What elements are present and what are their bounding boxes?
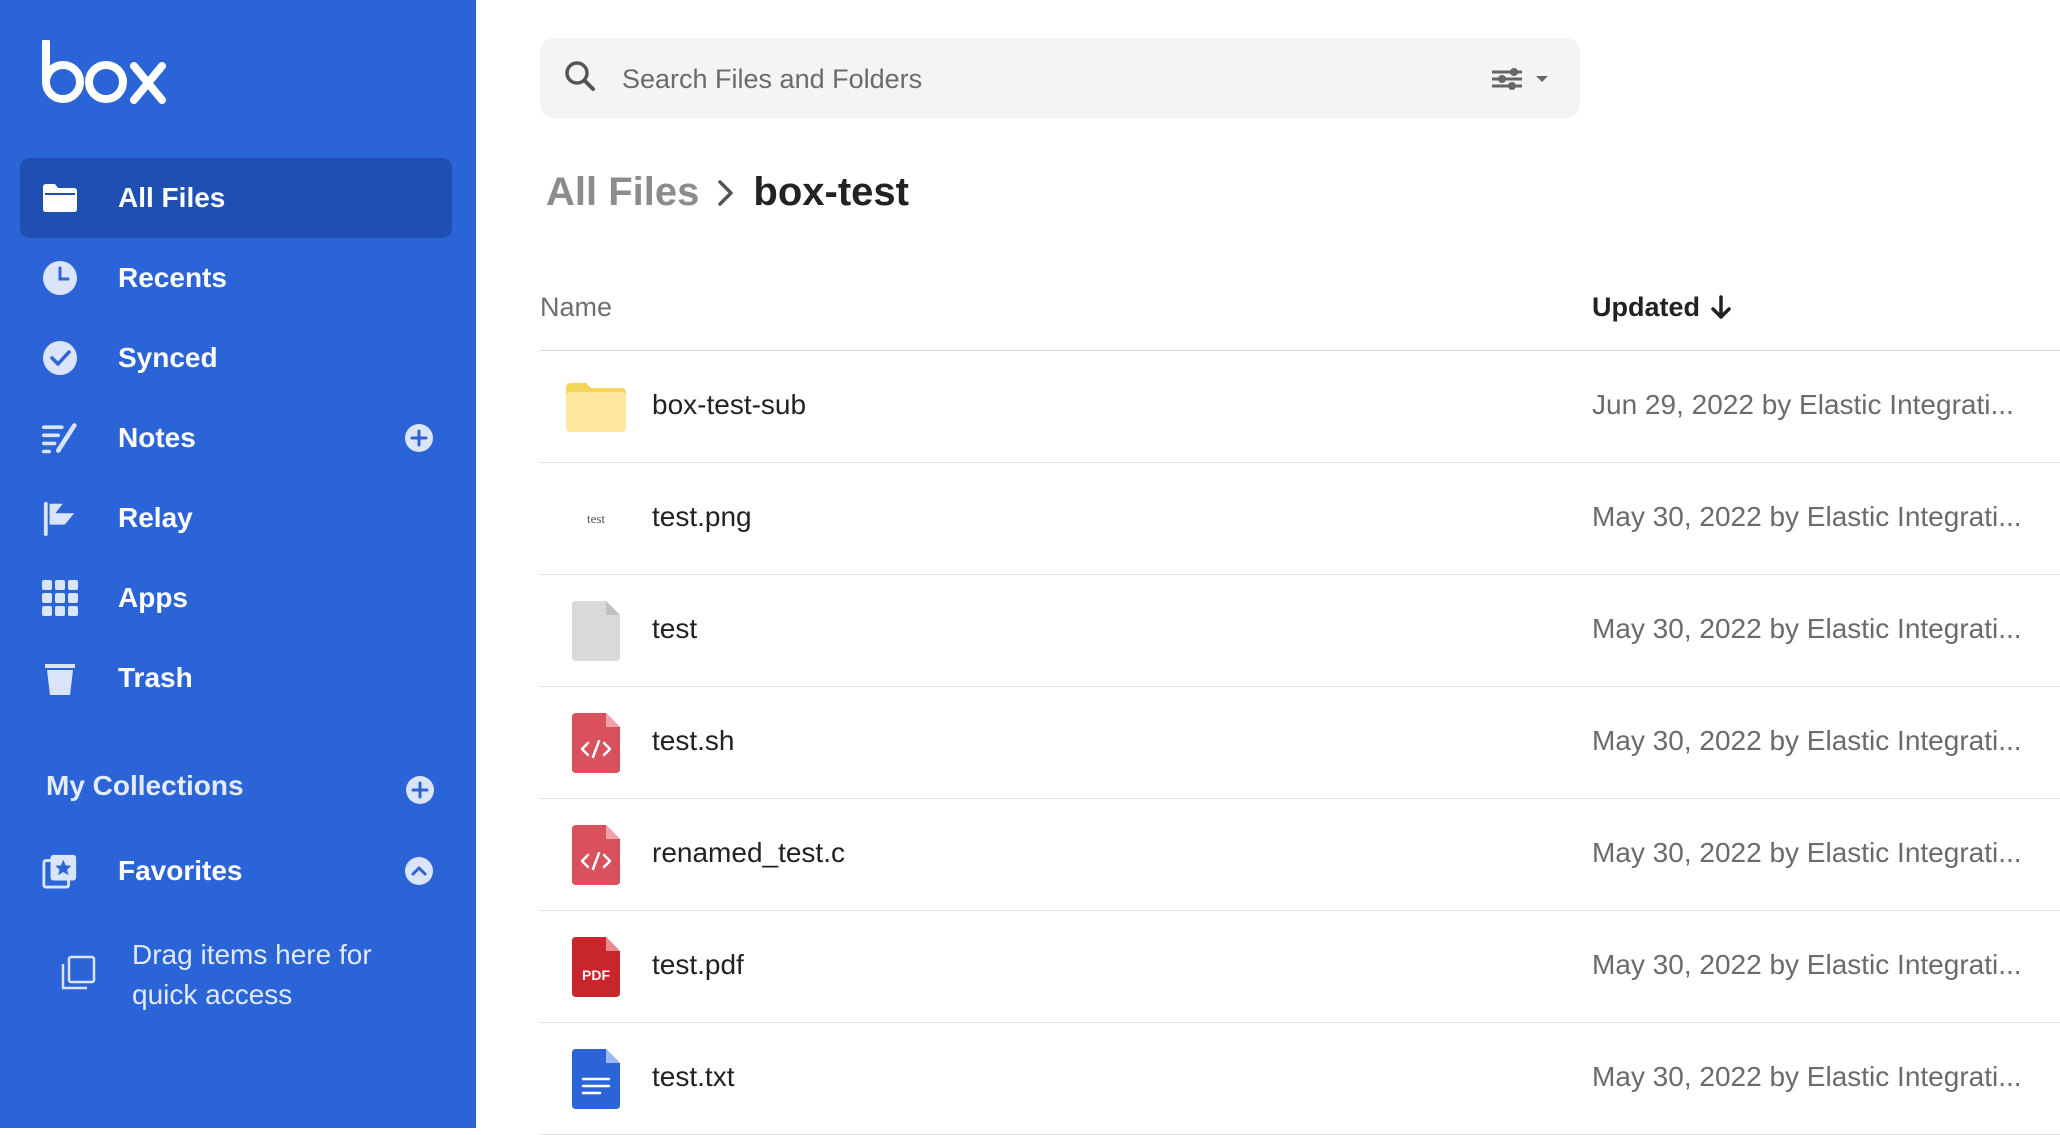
sidebar-item-label: Notes bbox=[118, 422, 196, 453]
table-row[interactable]: test.txt May 30, 2022 by Elastic Integra… bbox=[540, 1023, 2060, 1135]
file-name[interactable]: test.png bbox=[652, 501, 752, 533]
search-icon bbox=[564, 60, 596, 97]
file-updated: May 30, 2022 by Elastic Integrati... bbox=[1592, 837, 2022, 868]
file-name[interactable]: test.txt bbox=[652, 1061, 734, 1093]
search-bar bbox=[540, 38, 1580, 118]
trash-icon bbox=[42, 660, 78, 696]
sidebar-item-synced[interactable]: Synced bbox=[20, 318, 452, 398]
file-name[interactable]: test.pdf bbox=[652, 949, 744, 981]
file-name[interactable]: test.sh bbox=[652, 725, 734, 757]
file-updated: May 30, 2022 by Elastic Integrati... bbox=[1592, 1061, 2022, 1092]
breadcrumb: All Files box-test bbox=[546, 170, 909, 215]
sidebar-item-label: Trash bbox=[118, 662, 193, 693]
sidebar-item-recents[interactable]: Recents bbox=[20, 238, 452, 318]
file-updated: Jun 29, 2022 by Elastic Integrati... bbox=[1592, 389, 2014, 420]
drag-hint-text: Drag items here for quick access bbox=[132, 939, 372, 1010]
breadcrumb-current-folder: box-test bbox=[753, 170, 909, 214]
sidebar-item-label: Favorites bbox=[118, 855, 243, 886]
clock-icon bbox=[42, 260, 78, 296]
file-name[interactable]: test bbox=[652, 613, 697, 645]
table-row[interactable]: box-test-sub Jun 29, 2022 by Elastic Int… bbox=[540, 351, 2060, 463]
column-header-updated-label: Updated bbox=[1592, 292, 1700, 322]
sidebar-item-relay[interactable]: Relay bbox=[20, 478, 452, 558]
sidebar-item-label: Relay bbox=[118, 502, 193, 533]
generic-file-icon bbox=[564, 599, 628, 663]
table-row[interactable]: PDF test.pdf May 30, 2022 by Elastic Int… bbox=[540, 911, 2060, 1023]
sidebar-item-trash[interactable]: Trash bbox=[20, 638, 452, 718]
image-thumbnail-icon: test bbox=[564, 487, 628, 551]
sidebar: All Files Recents Synced Notes Relay App… bbox=[0, 0, 476, 1128]
file-name[interactable]: renamed_test.c bbox=[652, 837, 845, 869]
file-updated: May 30, 2022 by Elastic Integrati... bbox=[1592, 725, 2022, 756]
check-circle-icon bbox=[42, 340, 78, 376]
sidebar-item-all-files[interactable]: All Files bbox=[20, 158, 452, 238]
my-collections-title: My Collections bbox=[46, 770, 244, 801]
favorites-icon bbox=[42, 853, 78, 889]
folder-icon bbox=[564, 375, 628, 439]
add-collection-button[interactable] bbox=[405, 775, 435, 805]
file-name[interactable]: box-test-sub bbox=[652, 389, 806, 421]
file-updated: May 30, 2022 by Elastic Integrati... bbox=[1592, 613, 2022, 644]
search-input[interactable] bbox=[620, 52, 1404, 106]
pdf-file-icon: PDF bbox=[564, 935, 628, 999]
chevron-right-icon bbox=[717, 178, 735, 208]
folder-icon bbox=[42, 180, 78, 216]
chevron-down-icon bbox=[1536, 76, 1548, 82]
thumbnail-text: test bbox=[586, 511, 606, 526]
notes-icon bbox=[42, 420, 78, 456]
column-header-name[interactable]: Name bbox=[540, 292, 612, 323]
sidebar-item-label: Apps bbox=[118, 582, 188, 613]
code-file-icon bbox=[564, 823, 628, 887]
sidebar-item-label: Synced bbox=[118, 342, 218, 373]
sidebar-item-apps[interactable]: Apps bbox=[20, 558, 452, 638]
table-row[interactable]: test May 30, 2022 by Elastic Integrati..… bbox=[540, 575, 2060, 687]
sidebar-item-notes[interactable]: Notes bbox=[20, 398, 452, 478]
file-updated: May 30, 2022 by Elastic Integrati... bbox=[1592, 949, 2022, 980]
copy-icon bbox=[60, 955, 96, 996]
column-header-updated[interactable]: Updated bbox=[1592, 292, 1732, 323]
code-file-icon bbox=[564, 711, 628, 775]
relay-icon bbox=[42, 500, 78, 536]
sidebar-item-favorites[interactable]: Favorites bbox=[20, 831, 452, 911]
sort-arrow-down-icon bbox=[1711, 294, 1731, 319]
table-row[interactable]: test test.png May 30, 2022 by Elastic In… bbox=[540, 463, 2060, 575]
filter-sliders-icon bbox=[1492, 68, 1522, 90]
search-filter-button[interactable] bbox=[1490, 66, 1554, 92]
collapse-favorites-button[interactable] bbox=[404, 856, 434, 886]
file-updated: May 30, 2022 by Elastic Integrati... bbox=[1592, 501, 2022, 532]
sidebar-item-label: Recents bbox=[118, 262, 227, 293]
breadcrumb-all-files[interactable]: All Files bbox=[546, 170, 699, 215]
table-row[interactable]: renamed_test.c May 30, 2022 by Elastic I… bbox=[540, 799, 2060, 911]
text-file-icon bbox=[564, 1047, 628, 1111]
sidebar-item-label: All Files bbox=[118, 182, 226, 213]
add-note-button[interactable] bbox=[404, 423, 434, 453]
box-logo[interactable] bbox=[42, 38, 166, 111]
grid-icon bbox=[42, 580, 78, 616]
pdf-badge-text: PDF bbox=[582, 967, 610, 983]
table-row[interactable]: test.sh May 30, 2022 by Elastic Integrat… bbox=[540, 687, 2060, 799]
